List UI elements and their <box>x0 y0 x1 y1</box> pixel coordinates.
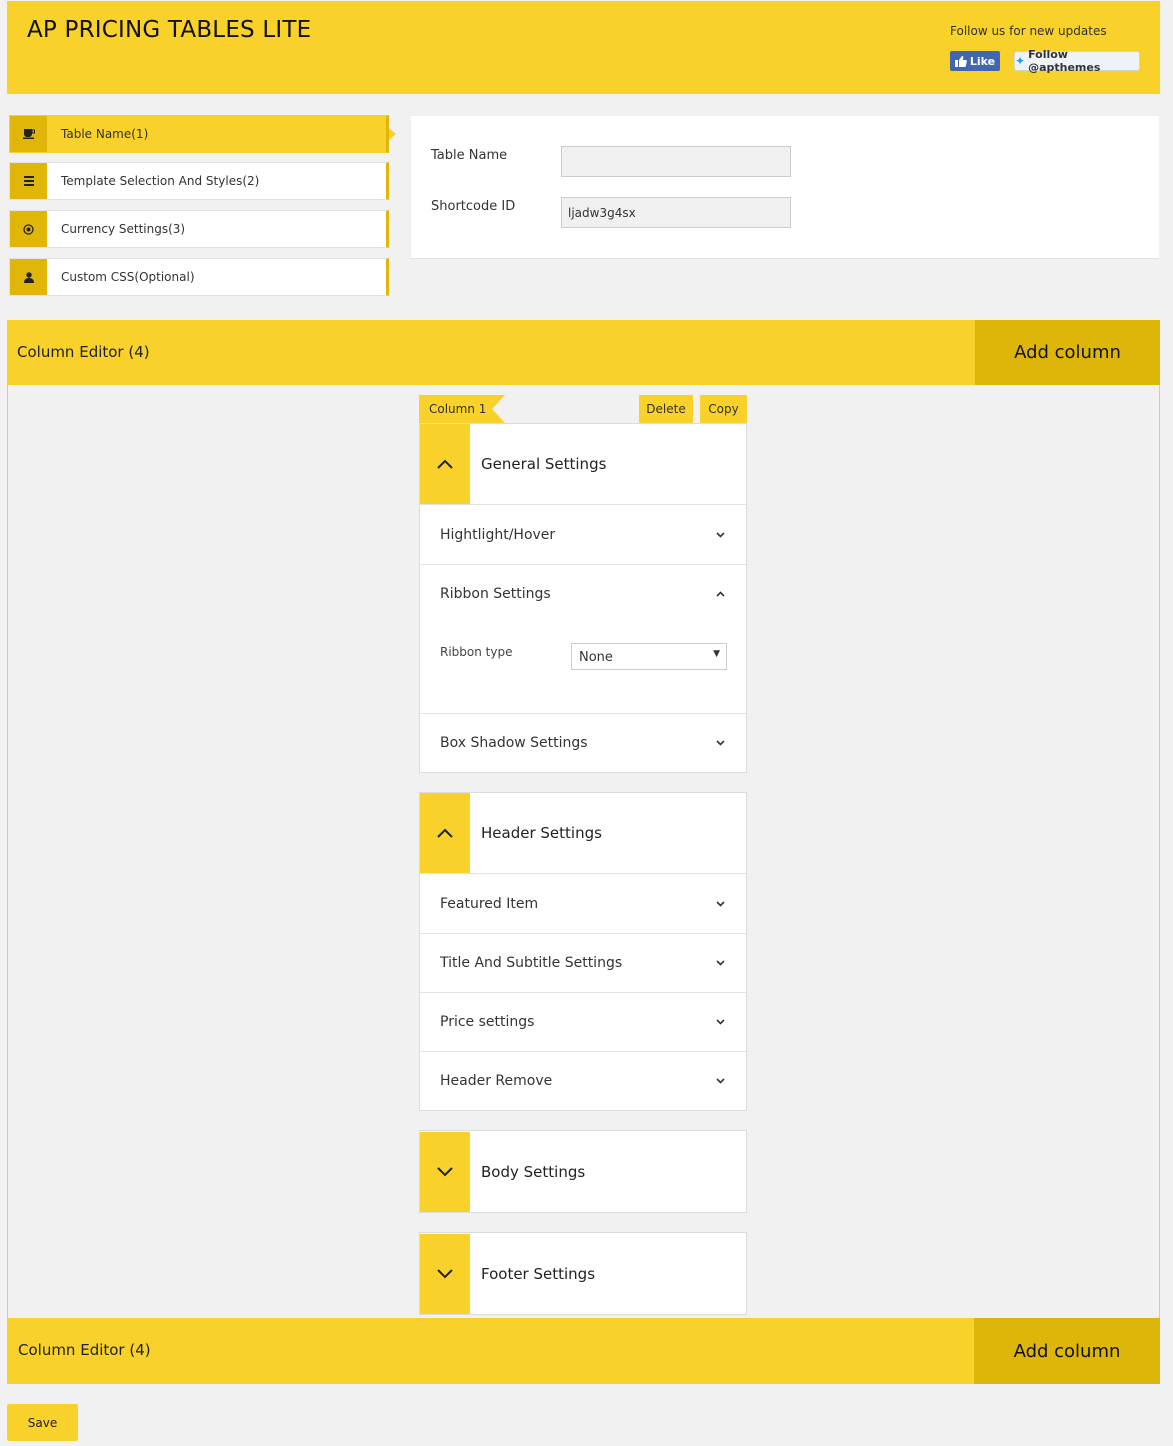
sidebar-item-currency[interactable]: Currency Settings(3) <box>9 210 389 248</box>
chevron-down-icon <box>714 898 726 910</box>
chevron-up-icon <box>714 588 726 600</box>
header-settings-title: Header Settings <box>481 824 602 842</box>
footer-settings-title: Footer Settings <box>481 1264 596 1283</box>
coffee-icon <box>10 116 47 152</box>
table-name-panel: Table Name Shortcode ID <box>411 116 1159 259</box>
chevron-down-icon <box>714 1075 726 1087</box>
body-settings-group: Body Settings <box>419 1130 747 1213</box>
table-name-label: Table Name <box>431 148 508 163</box>
add-column-button[interactable]: Add column <box>974 1318 1160 1384</box>
save-button[interactable]: Save <box>7 1404 78 1441</box>
follow-text: Follow us for new updates <box>950 24 1107 38</box>
ribbon-type-label: Ribbon type <box>440 645 513 659</box>
delete-column-button[interactable]: Delete <box>639 395 693 423</box>
general-settings-group: General Settings Hightlight/Hover Ribbon… <box>419 423 747 773</box>
twitter-follow-button[interactable]: ✦ Follow @apthemes <box>1014 48 1140 74</box>
row-label: Box Shadow Settings <box>440 735 588 751</box>
ribbon-type-value: None <box>579 650 613 665</box>
sidebar-item-label: Template Selection And Styles(2) <box>61 174 260 188</box>
chevron-up-icon <box>420 793 470 873</box>
dropdown-arrow-icon: ▼ <box>713 649 720 659</box>
box-shadow-row[interactable]: Box Shadow Settings <box>420 713 746 772</box>
ribbon-settings-row[interactable]: Ribbon Settings <box>420 564 746 623</box>
page-header: AP PRICING TABLES LITE Follow us for new… <box>7 1 1160 94</box>
row-label: Ribbon Settings <box>440 586 551 602</box>
column-editor-title: Column Editor (4) <box>17 343 150 361</box>
row-label: Hightlight/Hover <box>440 526 556 543</box>
row-label: Title And Subtitle Settings <box>440 955 623 971</box>
sidebar-item-custom-css[interactable]: Custom CSS(Optional) <box>9 258 389 296</box>
column-editor-title: Column Editor (4) <box>18 1341 151 1359</box>
chevron-down-icon <box>714 1016 726 1028</box>
ribbon-type-select[interactable]: None ▼ <box>571 643 727 670</box>
chevron-down-icon <box>420 1233 470 1314</box>
chevron-down-icon <box>420 1131 470 1212</box>
footer-settings-group: Footer Settings <box>419 1232 747 1315</box>
body-settings-header[interactable]: Body Settings <box>420 1131 746 1212</box>
column-editor-bar-top: Column Editor (4) Add column <box>7 320 1160 385</box>
general-settings-header[interactable]: General Settings <box>420 424 746 505</box>
add-column-button[interactable]: Add column <box>975 320 1160 385</box>
user-icon <box>10 259 47 295</box>
header-remove-row[interactable]: Header Remove <box>420 1051 746 1110</box>
copy-column-button[interactable]: Copy <box>700 395 747 423</box>
chevron-up-icon <box>420 424 470 504</box>
sidebar-item-template[interactable]: Template Selection And Styles(2) <box>9 162 389 200</box>
chevron-down-icon <box>714 529 726 541</box>
thumbs-up-icon <box>954 55 967 67</box>
price-settings-row[interactable]: Price settings <box>420 992 746 1051</box>
row-label: Price settings <box>440 1014 535 1030</box>
table-name-input[interactable] <box>561 146 791 177</box>
highlight-hover-row[interactable]: Hightlight/Hover <box>420 505 746 564</box>
list-icon <box>10 163 47 199</box>
page-title: AP PRICING TABLES LITE <box>27 17 312 43</box>
twitter-follow-label: Follow @apthemes <box>1028 48 1101 74</box>
header-settings-group: Header Settings Featured Item Title And … <box>419 792 747 1111</box>
twitter-bird-icon: ✦ <box>1015 54 1026 68</box>
column-editor-bar-bottom: Column Editor (4) Add column <box>7 1318 1160 1384</box>
chevron-down-icon <box>714 957 726 969</box>
chevron-down-icon <box>714 737 726 749</box>
circle-dot-icon <box>10 211 47 247</box>
facebook-like-button[interactable]: Like <box>950 51 1000 71</box>
featured-item-row[interactable]: Featured Item <box>420 874 746 933</box>
row-label: Header Remove <box>440 1073 553 1089</box>
header-settings-header[interactable]: Header Settings <box>420 793 746 874</box>
general-settings-title: General Settings <box>481 455 607 473</box>
body-settings-title: Body Settings <box>481 1162 586 1181</box>
ribbon-settings-body: Ribbon type None ▼ <box>420 623 746 713</box>
title-subtitle-row[interactable]: Title And Subtitle Settings <box>420 933 746 992</box>
sidebar-item-table-name[interactable]: Table Name(1) <box>9 115 396 153</box>
like-label: Like <box>969 54 996 68</box>
sidebar-item-label: Custom CSS(Optional) <box>61 270 195 284</box>
footer-settings-header[interactable]: Footer Settings <box>420 1233 746 1314</box>
sidebar-item-label: Table Name(1) <box>61 127 149 141</box>
shortcode-id-input[interactable] <box>561 197 791 228</box>
shortcode-label: Shortcode ID <box>431 199 516 214</box>
row-label: Featured Item <box>440 895 539 912</box>
sidebar-item-label: Currency Settings(3) <box>61 222 186 236</box>
